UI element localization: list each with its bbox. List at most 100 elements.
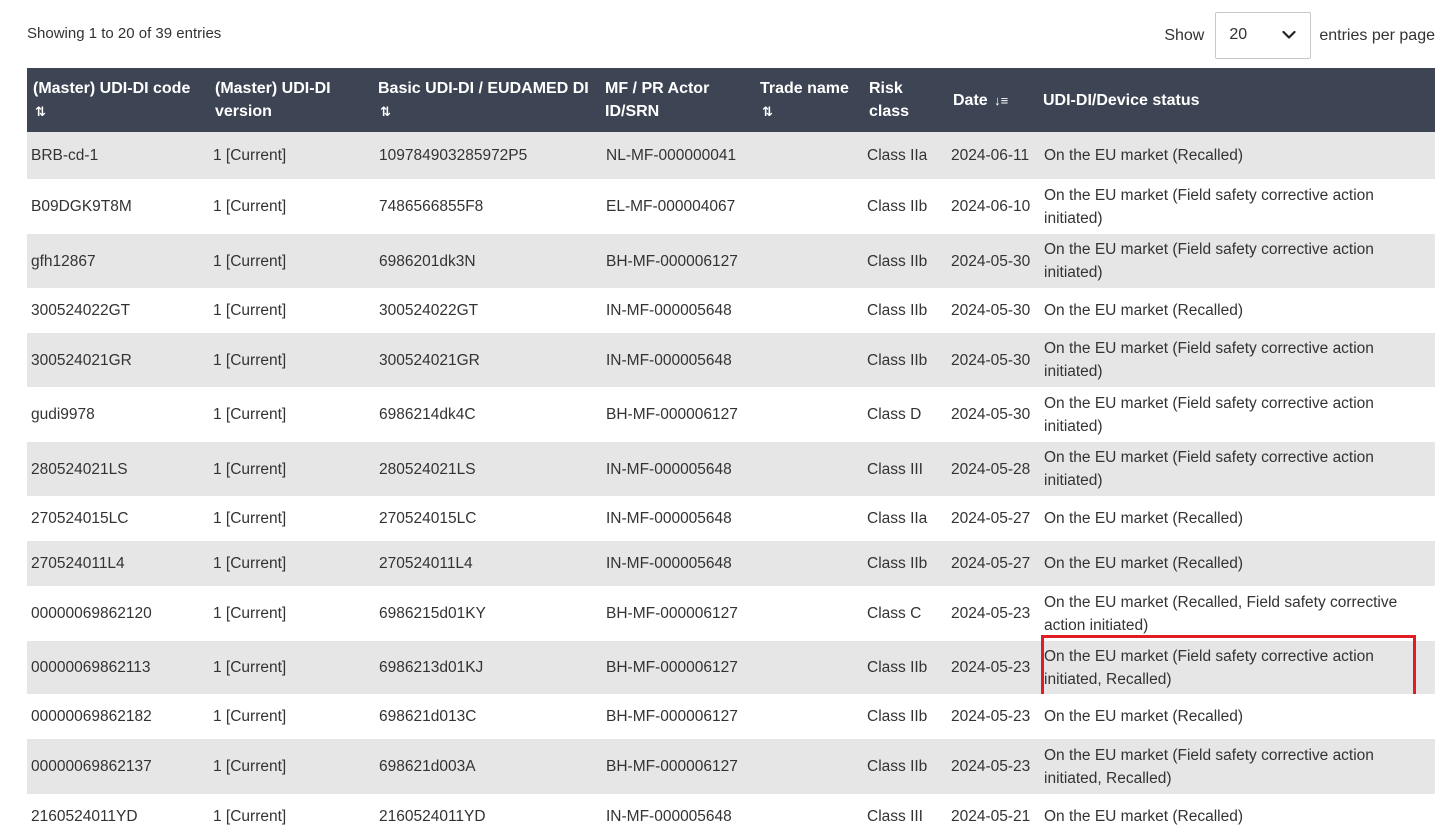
column-header-risk-class: Risk class [863, 68, 947, 132]
cell-trade-name [754, 496, 863, 541]
cell-trade-name [754, 179, 863, 234]
sort-icon[interactable]: ⇅ [380, 104, 391, 119]
cell-basic-udi-di: 6986201dk3N [372, 234, 599, 288]
table-row[interactable]: 280524021LS 1 [Current] 280524021LS IN-MF-0… [27, 442, 1435, 496]
column-header-trade-name[interactable]: Trade name ⇅ [754, 68, 863, 132]
cell-trade-name [754, 132, 863, 179]
sort-icon[interactable]: ⇅ [35, 104, 46, 119]
table-row[interactable]: 00000069862137 1 [Current] 698621d003A BH-M… [27, 739, 1435, 794]
cell-basic-udi-di: 270524011L4 [372, 541, 599, 586]
highlight-box [1041, 635, 1416, 697]
cell-udi-di-code: gfh12867 [27, 234, 209, 288]
column-header-udi-di-version: (Master) UDI-DI version [209, 68, 372, 132]
cell-udi-di-version: 1 [Current] [209, 586, 372, 641]
table-row[interactable]: 270524015LC 1 [Current] 270524015LC IN-MF-0… [27, 496, 1435, 541]
per-page-label: entries per page [1319, 26, 1435, 44]
cell-risk-class: Class IIa [863, 496, 947, 541]
cell-udi-di-version: 1 [Current] [209, 234, 372, 288]
page-size-control: Show 20 entries per page [1164, 12, 1435, 59]
entries-summary: Showing 1 to 20 of 39 entries [27, 25, 222, 42]
table-row[interactable]: gfh12867 1 [Current] 6986201dk3N BH-MF-0000… [27, 234, 1435, 288]
cell-udi-di-code: 00000069862182 [27, 694, 209, 739]
cell-basic-udi-di: 300524022GT [372, 288, 599, 333]
cell-risk-class: Class IIb [863, 739, 947, 794]
cell-basic-udi-di: 6986213d01KJ [372, 641, 599, 694]
cell-date: 2024-05-30 [947, 288, 1037, 333]
column-header-actor-srn: MF / PR Actor ID/SRN [599, 68, 754, 132]
cell-udi-di-version: 1 [Current] [209, 496, 372, 541]
column-header-basic-udi-di[interactable]: Basic UDI-DI / EUDAMED DI ⇅ [372, 68, 599, 132]
cell-status: On the EU market (Recalled) [1037, 794, 1435, 839]
cell-udi-di-code: 270524015LC [27, 496, 209, 541]
cell-status: On the EU market (Recalled) [1037, 541, 1435, 586]
cell-risk-class: Class IIb [863, 179, 947, 234]
cell-status: On the EU market (Recalled) [1037, 694, 1435, 739]
table-row[interactable]: 270524011L4 1 [Current] 270524011L4 IN-MF-0… [27, 541, 1435, 586]
cell-date: 2024-06-10 [947, 179, 1037, 234]
cell-actor-srn: BH-MF-000006127 [599, 387, 754, 442]
table-row[interactable]: 2160524011YD 1 [Current] 2160524011YD IN-MF… [27, 794, 1435, 839]
cell-actor-srn: EL-MF-000004067 [599, 179, 754, 234]
cell-status: On the EU market (Field safety correctiv… [1037, 333, 1435, 387]
cell-date: 2024-05-27 [947, 496, 1037, 541]
cell-status: On the EU market (Recalled) [1037, 288, 1435, 333]
cell-trade-name [754, 694, 863, 739]
cell-trade-name [754, 387, 863, 442]
cell-date: 2024-06-11 [947, 132, 1037, 179]
cell-udi-di-code: 270524011L4 [27, 541, 209, 586]
cell-date: 2024-05-30 [947, 333, 1037, 387]
table-row[interactable]: 300524021GR 1 [Current] 300524021GR IN-MF-0… [27, 333, 1435, 387]
cell-actor-srn: BH-MF-000006127 [599, 739, 754, 794]
page-size-value: 20 [1229, 26, 1248, 43]
cell-actor-srn: IN-MF-000005648 [599, 288, 754, 333]
cell-udi-di-code: 00000069862120 [27, 586, 209, 641]
table-row[interactable]: BRB-cd-1 1 [Current] 109784903285972P5 NL-M… [27, 132, 1435, 179]
cell-actor-srn: BH-MF-000006127 [599, 641, 754, 694]
cell-date: 2024-05-23 [947, 641, 1037, 694]
page-size-select[interactable]: 20 [1215, 12, 1312, 59]
cell-basic-udi-di: 300524021GR [372, 333, 599, 387]
cell-udi-di-code: 00000069862137 [27, 739, 209, 794]
table-row[interactable]: 00000069862120 1 [Current] 6986215d01KY BH-… [27, 586, 1435, 641]
cell-risk-class: Class C [863, 586, 947, 641]
cell-basic-udi-di: 6986215d01KY [372, 586, 599, 641]
table-row[interactable]: gudi9978 1 [Current] 6986214dk4C BH-MF-0000… [27, 387, 1435, 442]
cell-udi-di-version: 1 [Current] [209, 442, 372, 496]
cell-udi-di-version: 1 [Current] [209, 132, 372, 179]
table-row[interactable]: 300524022GT 1 [Current] 300524022GT IN-MF-0… [27, 288, 1435, 333]
table-row[interactable]: B09DGK9T8M 1 [Current] 7486566855F8 EL-MF-0… [27, 179, 1435, 234]
cell-udi-di-version: 1 [Current] [209, 288, 372, 333]
cell-actor-srn: BH-MF-000006127 [599, 694, 754, 739]
cell-udi-di-version: 1 [Current] [209, 641, 372, 694]
cell-trade-name [754, 442, 863, 496]
cell-udi-di-version: 1 [Current] [209, 541, 372, 586]
cell-status: On the EU market (Field safety correctiv… [1037, 442, 1435, 496]
table-row[interactable]: 00000069862113 1 [Current] 6986213d01KJ BH-… [27, 635, 1435, 697]
cell-date: 2024-05-30 [947, 234, 1037, 288]
cell-trade-name [754, 794, 863, 839]
cell-trade-name [754, 234, 863, 288]
column-header-udi-di-code[interactable]: (Master) UDI-DI code ⇅ [27, 68, 209, 132]
sort-icon[interactable]: ⇅ [762, 104, 773, 119]
cell-udi-di-code: 2160524011YD [27, 794, 209, 839]
cell-actor-srn: IN-MF-000005648 [599, 442, 754, 496]
cell-status: On the EU market (Recalled, Field safety… [1037, 586, 1435, 641]
cell-basic-udi-di: 698621d013C [372, 694, 599, 739]
cell-date: 2024-05-30 [947, 387, 1037, 442]
cell-risk-class: Class IIa [863, 132, 947, 179]
column-header-status: UDI-DI/Device status [1037, 68, 1435, 132]
cell-basic-udi-di: 109784903285972P5 [372, 132, 599, 179]
column-header-date[interactable]: Date ↓≡ [947, 68, 1037, 132]
cell-actor-srn: BH-MF-000006127 [599, 586, 754, 641]
sort-desc-icon[interactable]: ↓≡ [994, 93, 1008, 108]
cell-risk-class: Class III [863, 442, 947, 496]
table-row[interactable]: 00000069862182 1 [Current] 698621d013C BH-M… [27, 694, 1435, 739]
cell-date: 2024-05-21 [947, 794, 1037, 839]
cell-date: 2024-05-28 [947, 442, 1037, 496]
cell-risk-class: Class IIb [863, 694, 947, 739]
cell-udi-di-code: BRB-cd-1 [27, 132, 209, 179]
cell-risk-class: Class III [863, 794, 947, 839]
cell-status: On the EU market (Recalled) [1037, 496, 1435, 541]
cell-actor-srn: NL-MF-000000041 [599, 132, 754, 179]
cell-actor-srn: IN-MF-000005648 [599, 333, 754, 387]
